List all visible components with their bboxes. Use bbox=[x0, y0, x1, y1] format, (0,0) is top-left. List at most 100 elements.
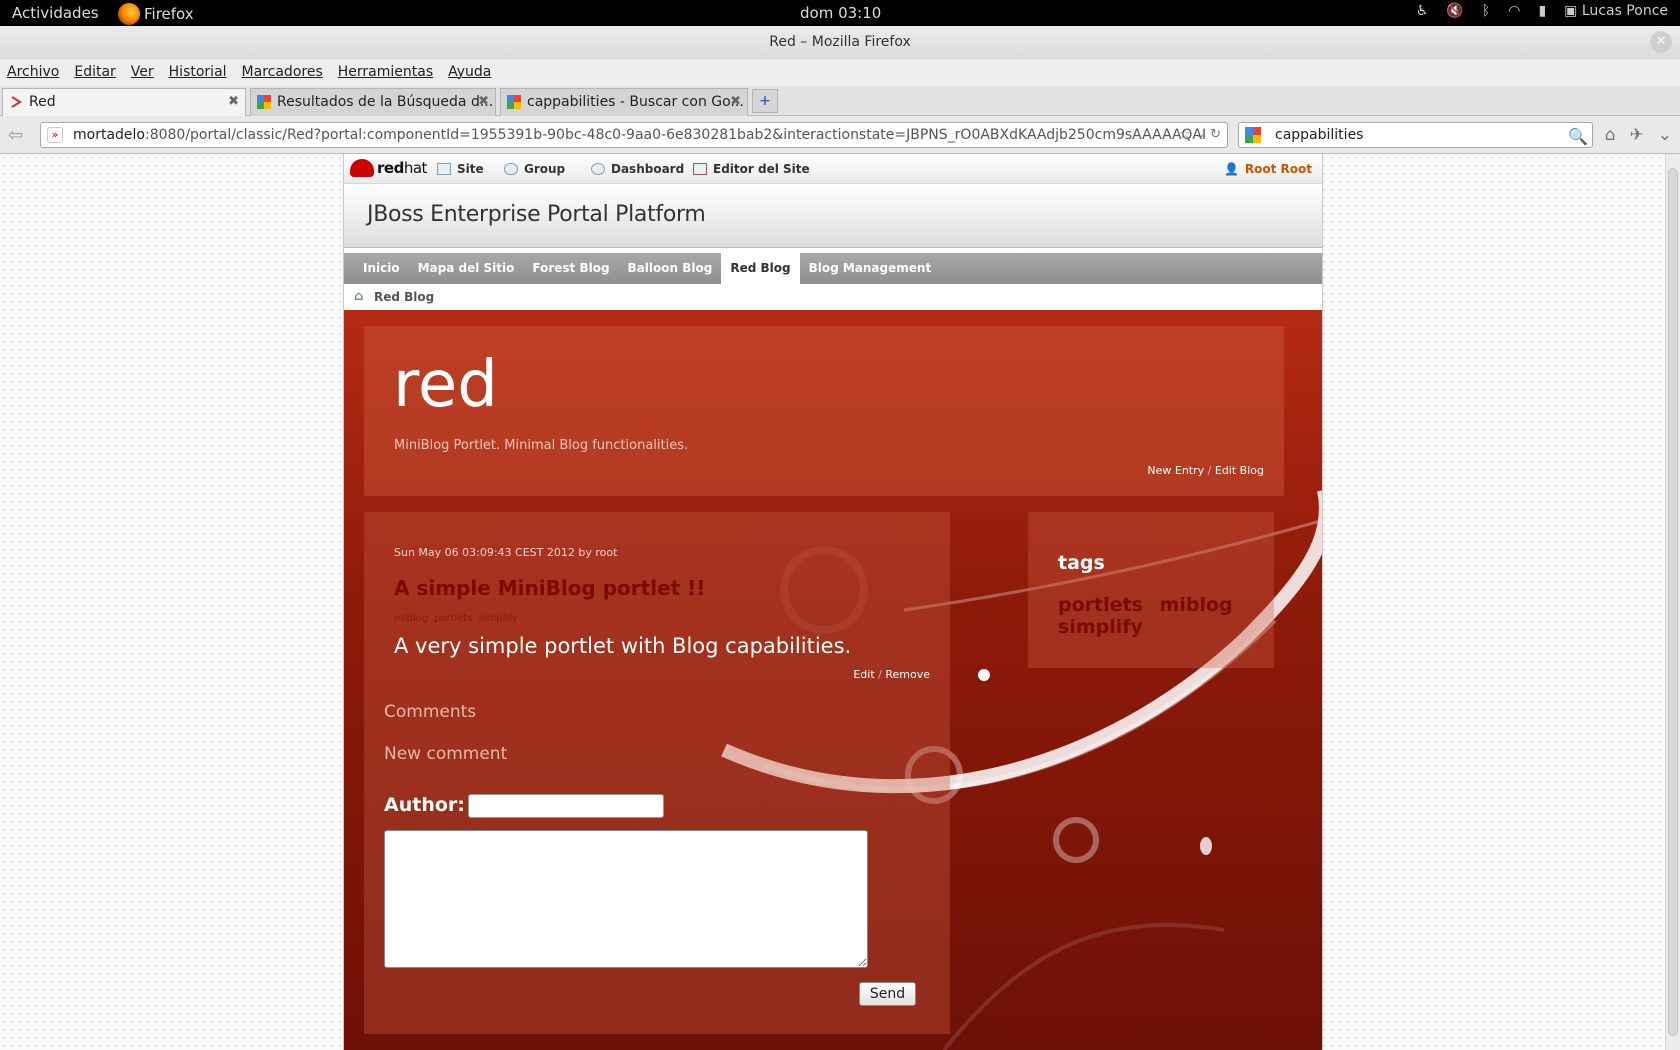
toolbar-user-label: Root Root bbox=[1244, 162, 1312, 176]
nav-forest-blog[interactable]: Forest Blog bbox=[523, 253, 618, 284]
volume-icon[interactable]: 🔇 bbox=[1446, 3, 1463, 19]
window-close-button[interactable]: ✕ bbox=[1650, 31, 1672, 53]
menu-bar: Archivo Editar Ver Historial Marcadores … bbox=[0, 59, 1680, 86]
navigation-toolbar: ⇦ » mortadelo:8080/portal/classic/Red?po… bbox=[0, 116, 1680, 154]
menu-ayuda[interactable]: Ayuda bbox=[448, 59, 491, 86]
blog-description: MiniBlog Portlet. Minimal Blog functiona… bbox=[394, 438, 689, 453]
home-icon[interactable]: ⌂ bbox=[1605, 125, 1616, 145]
tags-panel: tags portlets miblog simplify bbox=[1028, 512, 1274, 668]
menu-chevron-icon[interactable]: ⌄ bbox=[1658, 125, 1672, 145]
redhat-wordmark: redhat bbox=[377, 159, 427, 177]
bluetooth-icon[interactable]: ᛒ bbox=[1482, 3, 1490, 19]
battery-icon[interactable]: ▮ bbox=[1538, 3, 1546, 19]
addon-icon[interactable]: ✈ bbox=[1630, 125, 1644, 145]
menu-marcadores[interactable]: Marcadores bbox=[242, 59, 323, 86]
clock[interactable]: dom 03:10 bbox=[800, 4, 881, 22]
tab-close-icon[interactable]: ✖ bbox=[478, 89, 489, 115]
page-viewport[interactable]: redhat Site Group Dashboard Editor del S… bbox=[0, 154, 1665, 1050]
bookmark-star-icon[interactable]: ☆ bbox=[1179, 127, 1191, 142]
google-favicon-icon bbox=[507, 95, 521, 109]
wifi-icon[interactable]: ◠ bbox=[1508, 3, 1520, 19]
tag-link[interactable]: miblog bbox=[1160, 594, 1233, 616]
blog-header-links: New Entry / Edit Blog bbox=[1147, 464, 1264, 477]
nav-inicio[interactable]: Inicio bbox=[354, 253, 409, 284]
tab-close-icon[interactable]: ✖ bbox=[228, 89, 239, 115]
menu-herramientas[interactable]: Herramientas bbox=[338, 59, 433, 86]
post-tag[interactable]: simplify bbox=[479, 613, 518, 624]
google-search-engine-icon[interactable] bbox=[1245, 127, 1261, 143]
blog-portlet: red MiniBlog Portlet. Minimal Blog funct… bbox=[344, 310, 1322, 1050]
post-meta: Sun May 06 03:09:43 CEST 2012 by root bbox=[394, 546, 618, 559]
tab-label: Red bbox=[29, 94, 56, 110]
send-button[interactable]: Send bbox=[859, 982, 916, 1006]
post-tag[interactable]: miblog bbox=[394, 613, 428, 624]
menu-editar[interactable]: Editar bbox=[74, 59, 115, 86]
activities-button[interactable]: Actividades bbox=[12, 4, 99, 22]
breadcrumb: ⌂ Red Blog bbox=[344, 284, 1322, 310]
tab-cappabilities[interactable]: cappabilities - Buscar con Go... ✖ bbox=[500, 88, 748, 116]
dashboard-icon bbox=[591, 163, 605, 175]
blog-name: red bbox=[393, 348, 498, 422]
user-menu[interactable]: ▣ Lucas Ponce bbox=[1564, 3, 1668, 19]
post-title[interactable]: A simple MiniBlog portlet !! bbox=[394, 576, 705, 600]
tab-label: Resultados de la Búsqueda d... bbox=[277, 94, 494, 110]
firefox-icon bbox=[118, 3, 140, 25]
author-input[interactable] bbox=[468, 794, 664, 818]
user-silhouette-icon: 👤 bbox=[1223, 162, 1239, 176]
tag-link[interactable]: portlets bbox=[1058, 594, 1143, 616]
breadcrumb-item[interactable]: Red Blog bbox=[374, 290, 434, 304]
edit-blog-link[interactable]: Edit Blog bbox=[1215, 464, 1264, 477]
group-icon bbox=[504, 163, 518, 175]
tab-bar: Red ✖ Resultados de la Búsqueda d... ✖ c… bbox=[0, 86, 1680, 116]
tags-heading: tags bbox=[1058, 552, 1105, 574]
accessibility-icon[interactable]: ♿ bbox=[1416, 3, 1429, 19]
toolbar-dashboard[interactable]: Dashboard bbox=[591, 162, 684, 176]
blog-header: red MiniBlog Portlet. Minimal Blog funct… bbox=[364, 326, 1284, 496]
remove-post-link[interactable]: Remove bbox=[885, 668, 930, 681]
dropdown-icon[interactable]: ⌄ bbox=[1195, 127, 1206, 142]
comment-textarea[interactable] bbox=[384, 830, 868, 968]
redhat-logo[interactable]: redhat bbox=[350, 159, 427, 177]
vertical-scrollbar[interactable] bbox=[1665, 154, 1680, 1050]
toolbar-group[interactable]: Group bbox=[504, 162, 565, 176]
comments-heading: Comments bbox=[384, 702, 477, 722]
user-name: Lucas Ponce bbox=[1581, 3, 1668, 19]
toolbar-user[interactable]: 👤 Root Root bbox=[1224, 162, 1312, 176]
portal-toolbar: redhat Site Group Dashboard Editor del S… bbox=[344, 154, 1322, 184]
tab-red[interactable]: Red ✖ bbox=[2, 88, 246, 116]
url-bar[interactable]: » mortadelo:8080/portal/classic/Red?port… bbox=[40, 122, 1228, 148]
home-icon[interactable]: ⌂ bbox=[354, 290, 368, 303]
link-separator: / bbox=[1207, 464, 1212, 477]
menu-ver[interactable]: Ver bbox=[131, 59, 154, 86]
search-bar[interactable]: cappabilities 🔍 bbox=[1238, 122, 1593, 148]
search-input[interactable]: cappabilities bbox=[1275, 127, 1363, 143]
url-host: mortadelo bbox=[73, 127, 145, 143]
menu-historial[interactable]: Historial bbox=[169, 59, 227, 86]
tag-link[interactable]: simplify bbox=[1058, 616, 1143, 638]
link-separator: / bbox=[878, 668, 882, 681]
tab-label: cappabilities - Buscar con Go... bbox=[527, 94, 744, 110]
toolbar-editor[interactable]: Editor del Site bbox=[693, 162, 810, 176]
nav-red-blog[interactable]: Red Blog bbox=[721, 253, 800, 284]
tab-close-icon[interactable]: ✖ bbox=[730, 89, 741, 115]
portal-container: redhat Site Group Dashboard Editor del S… bbox=[343, 154, 1323, 1050]
edit-post-link[interactable]: Edit bbox=[853, 668, 874, 681]
search-magnifier-icon[interactable]: 🔍 bbox=[1568, 125, 1588, 149]
post-tag[interactable]: portlets bbox=[434, 613, 473, 624]
reload-icon[interactable]: ↻ bbox=[1210, 127, 1221, 142]
system-tray: ♿ 🔇 ᛒ ◠ ▮ ▣ Lucas Ponce bbox=[1416, 3, 1668, 19]
app-menu[interactable]: Firefox bbox=[118, 3, 194, 25]
site-identity-icon[interactable]: » bbox=[47, 127, 63, 143]
tab-resultados[interactable]: Resultados de la Búsqueda d... ✖ bbox=[250, 88, 496, 116]
app-name: Firefox bbox=[144, 5, 194, 23]
menu-archivo[interactable]: Archivo bbox=[7, 59, 59, 86]
nav-mapa-del-sitio[interactable]: Mapa del Sitio bbox=[409, 253, 524, 284]
new-tab-button[interactable]: + bbox=[752, 89, 778, 113]
toolbar-site[interactable]: Site bbox=[437, 162, 484, 176]
nav-blog-management[interactable]: Blog Management bbox=[800, 253, 941, 284]
post-tags: miblog portlets simplify bbox=[394, 613, 518, 624]
scrollbar-thumb[interactable] bbox=[1668, 168, 1678, 1036]
nav-balloon-blog[interactable]: Balloon Blog bbox=[619, 253, 722, 284]
back-arrow-icon[interactable]: ⇦ bbox=[8, 125, 23, 146]
new-entry-link[interactable]: New Entry bbox=[1147, 464, 1204, 477]
